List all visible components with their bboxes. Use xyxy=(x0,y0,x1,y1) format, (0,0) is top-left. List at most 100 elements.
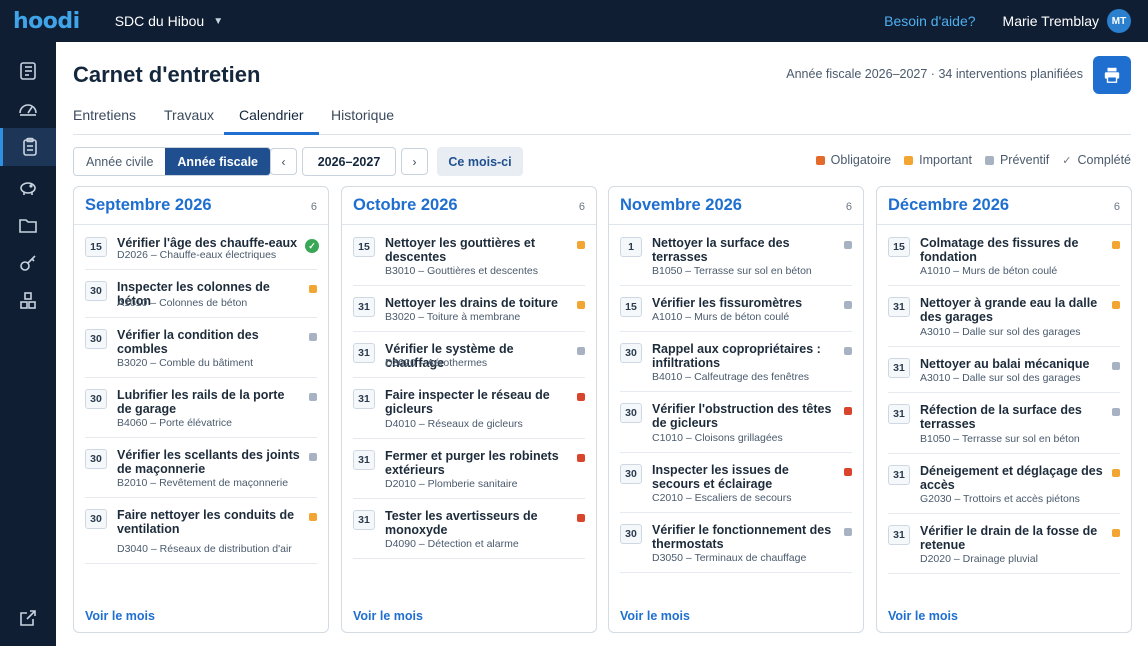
task-item[interactable]: 15 Nettoyer les gouttières et descentes B3… xyxy=(353,226,585,286)
tab-entretiens[interactable]: Entretiens xyxy=(73,107,136,132)
component-code: D4010 xyxy=(385,418,416,430)
sidebar-item-dashboard[interactable] xyxy=(0,90,56,128)
component-code: D4090 xyxy=(385,538,416,550)
task-day-badge: 31 xyxy=(888,465,910,485)
help-link[interactable]: Besoin d'aide? xyxy=(884,13,975,29)
task-item[interactable]: 31 Nettoyer au balai mécanique A3010 – Dal… xyxy=(888,347,1120,393)
month-title[interactable]: Novembre 2026 xyxy=(620,196,742,215)
sidebar-item-documents[interactable] xyxy=(0,52,56,90)
month-column: Décembre 2026 6 15 Colmatage des fissures d… xyxy=(876,186,1132,633)
task-item[interactable]: 31 Nettoyer à grande eau la dalle des gar… xyxy=(888,286,1120,347)
task-item[interactable]: 30 Rappel aux copropriétaires : infiltrat… xyxy=(620,332,852,392)
component-name: Comble du bâtiment xyxy=(159,357,254,369)
check-icon: ✓ xyxy=(1062,154,1072,167)
year-selector[interactable]: 2026–2027 xyxy=(302,147,396,176)
task-title: Vérifier la condition des combles xyxy=(117,328,259,356)
task-item[interactable]: 31 Tester les avertisseurs de monoxyde D40… xyxy=(353,499,585,559)
task-component: D2020 – Drainage pluvial xyxy=(920,552,1110,566)
task-component: C1010 – Cloisons grillagées xyxy=(652,431,842,445)
month-column: Septembre 2026 6 15 Vérifier l'âge des chau… xyxy=(73,186,329,633)
tab-travaux[interactable]: Travaux xyxy=(164,107,214,132)
component-code: A3010 xyxy=(920,372,951,384)
month-count: 6 xyxy=(578,201,585,213)
component-name: Plomberie sanitaire xyxy=(427,478,518,490)
component-code: B3020 xyxy=(385,311,416,323)
priority-preventif-icon xyxy=(309,333,317,341)
task-item[interactable]: 30 Vérifier les scellants des joints de m… xyxy=(85,438,317,498)
component-code: A3010 xyxy=(920,326,951,338)
task-item[interactable]: 15 Colmatage des fissures de fondation A10… xyxy=(888,226,1120,286)
priority-important-icon xyxy=(309,513,317,521)
chevron-left-icon: ‹ xyxy=(281,154,286,169)
sidebar-item-finances[interactable] xyxy=(0,168,56,206)
year-mode-civil[interactable]: Année civile xyxy=(74,148,166,175)
task-item[interactable]: 31 Vérifier le drain de la fosse de reten… xyxy=(888,514,1120,574)
view-month-link[interactable]: Voir le mois xyxy=(85,609,155,623)
org-switcher[interactable]: SDC du Hibou ▼ xyxy=(115,13,223,29)
year-mode-fiscal[interactable]: Année fiscale xyxy=(165,148,270,175)
month-count: 6 xyxy=(1113,201,1120,213)
task-item[interactable]: 1 Nettoyer la surface des terrasses B1050 … xyxy=(620,226,852,286)
month-title[interactable]: Septembre 2026 xyxy=(85,196,212,215)
task-component: A1010 – Colonnes de béton xyxy=(117,296,307,310)
legend-swatch-icon xyxy=(904,155,914,165)
tab-calendrier[interactable]: Calendrier xyxy=(224,107,319,135)
task-item[interactable]: 15 Vérifier l'âge des chauffe-eaux D2026 –… xyxy=(85,226,319,270)
legend: Obligatoire Important Préventif ✓ Complét… xyxy=(815,153,1131,167)
month-column: Octobre 2026 6 15 Nettoyer les gouttières e… xyxy=(341,186,597,633)
separator: – xyxy=(147,297,160,309)
task-item[interactable]: 31 Faire inspecter le réseau de gicleurs D… xyxy=(353,378,585,439)
task-component: D2010 – Plomberie sanitaire xyxy=(385,477,575,491)
task-item[interactable]: 31 Nettoyer les drains de toiture B3020 – … xyxy=(353,286,585,332)
task-item[interactable]: 31 Vérifier le système de chauffage D3020 … xyxy=(353,332,585,378)
sidebar xyxy=(0,42,56,646)
tab-historique[interactable]: Historique xyxy=(331,107,394,132)
component-code: A1010 xyxy=(652,311,683,323)
previous-year-button[interactable]: ‹ xyxy=(270,148,297,175)
task-item[interactable]: 31 Fermer et purger les robinets extérieu… xyxy=(353,439,585,499)
sidebar-item-external-link[interactable] xyxy=(0,599,56,637)
component-name: Dalle sur sol des garages xyxy=(962,326,1081,338)
task-item[interactable]: 31 Réfection de la surface des terrasses B… xyxy=(888,393,1120,454)
priority-obligatoire-icon xyxy=(577,393,585,401)
print-button[interactable] xyxy=(1093,56,1131,94)
sidebar-item-components[interactable] xyxy=(0,282,56,320)
this-month-button[interactable]: Ce mois-ci xyxy=(437,147,523,176)
month-title[interactable]: Octobre 2026 xyxy=(353,196,458,215)
chevron-down-icon: ▼ xyxy=(213,15,224,27)
task-item[interactable]: 30 Inspecter les issues de secours et écl… xyxy=(620,453,852,513)
next-year-button[interactable]: › xyxy=(401,148,428,175)
sidebar-item-files[interactable] xyxy=(0,206,56,244)
task-day-badge: 31 xyxy=(353,389,375,409)
chevron-right-icon: › xyxy=(412,154,417,169)
app-logo[interactable]: hoodi xyxy=(13,9,80,34)
task-item[interactable]: 15 Vérifier les fissuromètres A1010 – Murs… xyxy=(620,286,852,332)
task-item[interactable]: 30 Vérifier le fonctionnement des thermos… xyxy=(620,513,852,573)
task-day-badge: 15 xyxy=(620,297,642,317)
task-item[interactable]: 31 Déneigement et déglaçage des accès G203… xyxy=(888,454,1120,514)
org-name: SDC du Hibou xyxy=(114,13,205,29)
component-name: Réseaux de distribution d'air xyxy=(159,543,292,555)
task-item[interactable]: 30 Faire nettoyer les conduits de ventila… xyxy=(85,498,317,564)
task-item[interactable]: 30 Vérifier l'obstruction des têtes de gi… xyxy=(620,392,852,453)
sidebar-item-keys[interactable] xyxy=(0,244,56,282)
tab-bar: Entretiens Travaux Calendrier Historique xyxy=(73,104,1131,135)
component-name: Cloisons grillagées xyxy=(694,432,783,444)
separator: – xyxy=(415,357,428,369)
view-month-link[interactable]: Voir le mois xyxy=(620,609,690,623)
task-item[interactable]: 30 Lubrifier les rails de la porte de gar… xyxy=(85,378,317,438)
view-month-link[interactable]: Voir le mois xyxy=(888,609,958,623)
user-name[interactable]: Marie Tremblay xyxy=(1003,13,1099,29)
avatar[interactable]: MT xyxy=(1107,9,1131,33)
task-component: B4010 – Calfeutrage des fenêtres xyxy=(652,370,842,384)
separator: – xyxy=(415,418,428,430)
month-title[interactable]: Décembre 2026 xyxy=(888,196,1009,215)
priority-preventif-icon xyxy=(844,347,852,355)
cubes-icon xyxy=(20,292,36,309)
sidebar-item-maintenance[interactable] xyxy=(0,128,56,166)
component-name: Revêtement de maçonnerie xyxy=(159,477,289,489)
view-month-link[interactable]: Voir le mois xyxy=(353,609,423,623)
task-item[interactable]: 30 Inspecter les colonnes de béton A1010 –… xyxy=(85,270,317,318)
task-item[interactable]: 30 Vérifier la condition des combles B3020… xyxy=(85,318,317,378)
legend-swatch-icon xyxy=(815,155,825,165)
